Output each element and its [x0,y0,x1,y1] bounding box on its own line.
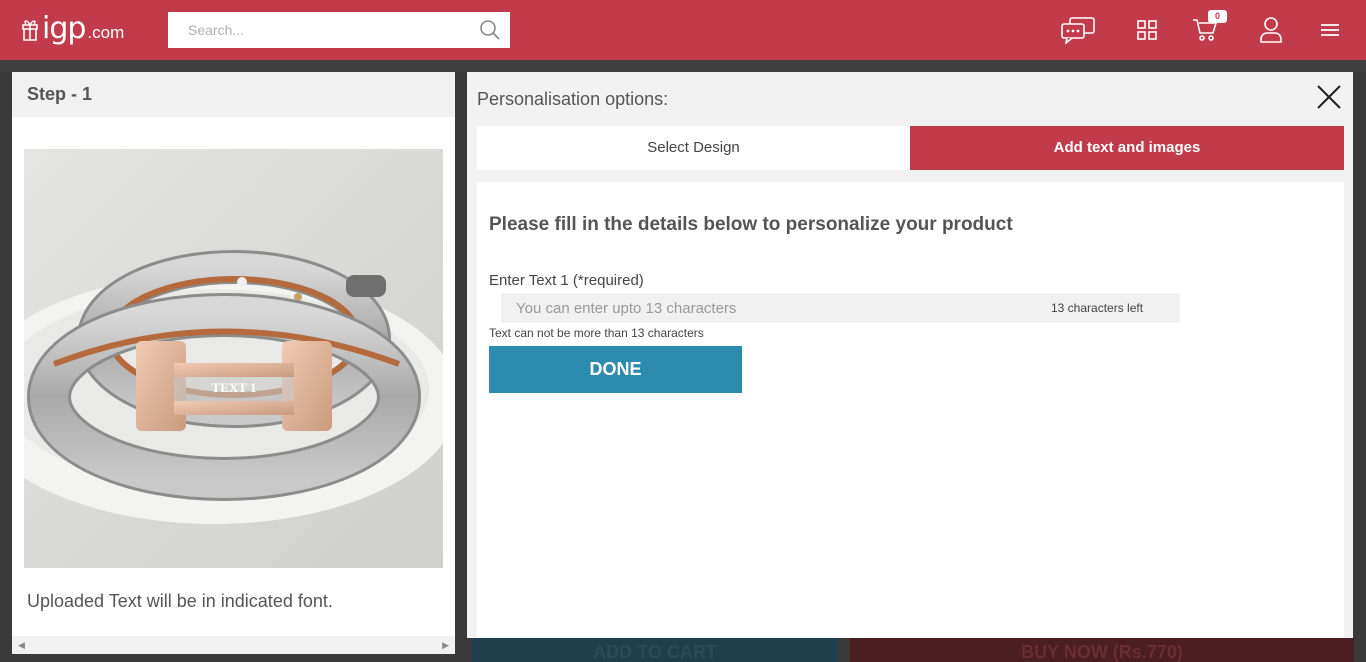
user-icon[interactable] [1259,16,1283,44]
personalisation-panel: Personalisation options: Select Design A… [467,72,1353,638]
search-icon[interactable] [478,18,502,42]
personalisation-form: Please fill in the details below to pers… [477,182,1344,638]
chars-left-counter: 13 characters left [1051,301,1144,315]
scroll-left-icon[interactable]: ◀ [18,640,25,651]
search-input[interactable] [168,12,510,48]
product-image: TEXT 1 [24,149,443,568]
chat-icon[interactable] [1060,16,1096,44]
product-overlay-text: TEXT 1 [212,380,257,395]
text1-label: Enter Text 1 (*required) [489,272,644,289]
add-to-cart-button: ADD TO CART [472,638,838,662]
step-title: Step - 1 [12,72,455,117]
top-header: igp .com 0 [0,0,1366,60]
close-icon[interactable] [1315,83,1343,111]
page-backdrop [0,60,1366,72]
done-button[interactable]: DONE [489,346,742,393]
panel-title: Personalisation options: [477,89,669,109]
logo-text: igp [42,11,86,46]
igp-logo[interactable]: igp .com [20,12,124,46]
cart-count-badge: 0 [1208,10,1227,23]
tab-select-design[interactable]: Select Design [477,126,910,170]
grid-icon[interactable] [1137,20,1157,40]
menu-icon[interactable] [1320,22,1340,38]
horizontal-scrollbar[interactable]: ◀ ▶ [12,636,455,654]
tab-add-text-images[interactable]: Add text and images [910,126,1344,170]
gift-icon [22,20,38,41]
logo-suffix: .com [87,23,125,42]
scroll-right-icon[interactable]: ▶ [442,640,449,651]
font-note: Uploaded Text will be in indicated font. [27,591,333,611]
text-limit-hint: Text can not be more than 13 characters [489,326,704,340]
preview-panel: Step - 1 TEXT 1 Uploaded Text will be in… [12,72,455,654]
form-heading: Please fill in the details below to pers… [489,214,1013,235]
buy-now-button: BUY NOW (Rs.770) [850,638,1354,662]
